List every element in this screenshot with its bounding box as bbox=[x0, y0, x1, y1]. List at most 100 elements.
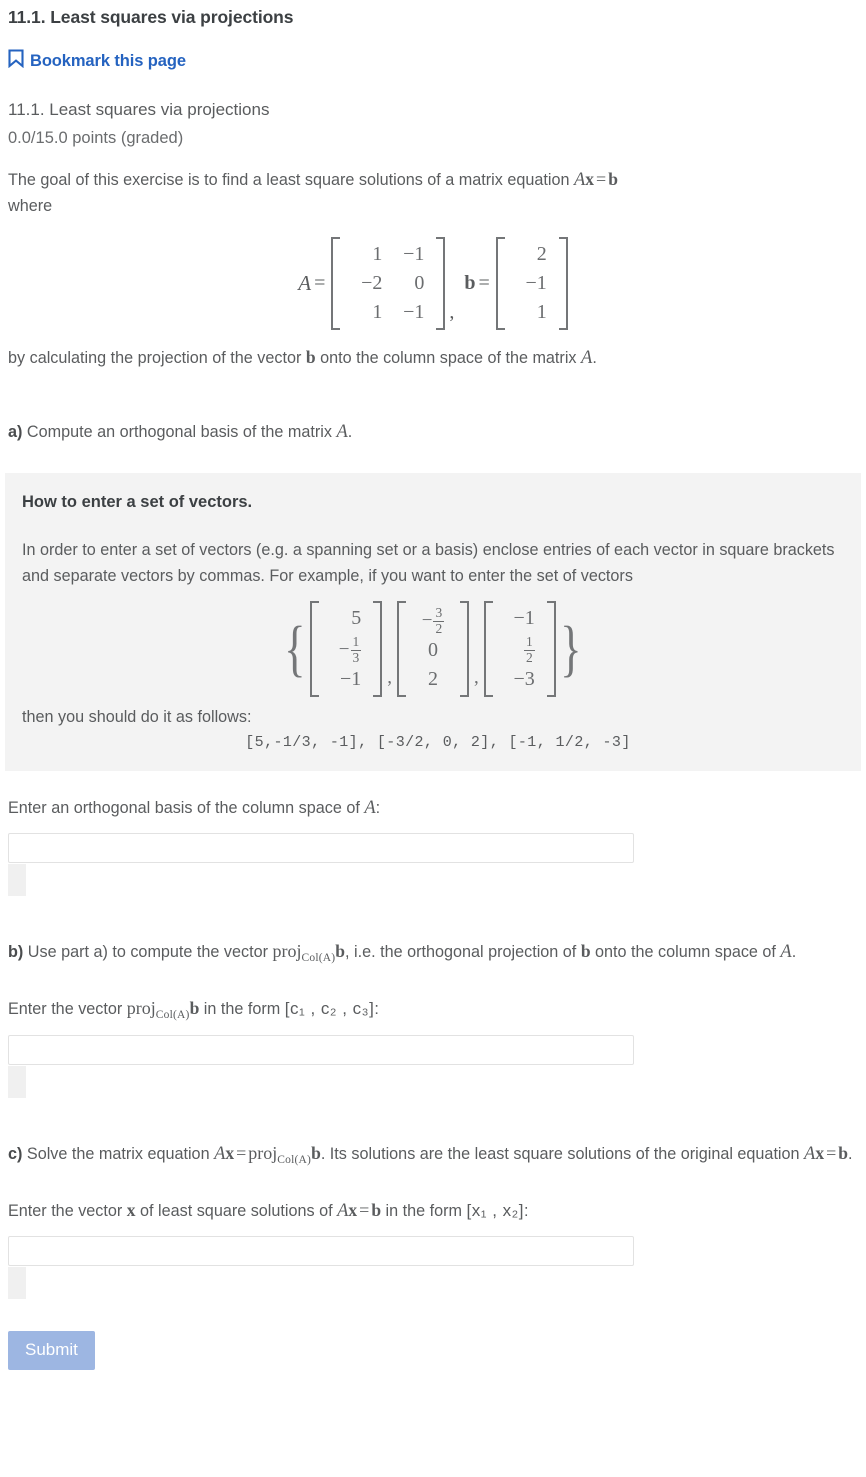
part-b-prompt-mid: in the form bbox=[199, 1000, 285, 1019]
part-b-prompt: Enter the vector projCol(A)b in the form… bbox=[8, 998, 858, 1021]
right-brace: } bbox=[559, 614, 582, 683]
fraction-one-half: 1 2 bbox=[524, 634, 535, 665]
matrix-separator: , bbox=[449, 301, 455, 323]
page-title: 11.1. Least squares via projections bbox=[8, 7, 294, 27]
desc-math-A: A bbox=[581, 348, 593, 368]
vector-entry: 1 2 bbox=[499, 633, 541, 665]
part-c-answer-format: [x₁ , x₂] bbox=[466, 1201, 524, 1221]
part-b-proj-vector: b bbox=[335, 941, 346, 962]
vector-entry: −3 bbox=[513, 668, 535, 691]
left-bracket bbox=[310, 601, 320, 698]
numerator: 1 bbox=[352, 634, 360, 649]
problem-title: 11.1. Least squares via projections bbox=[8, 100, 270, 119]
vector-set-example: { 5 − 1 3 −1 , − 3 2 0 2 , −1 1 2 −3} bbox=[22, 601, 844, 698]
matrix-cell: 2 bbox=[536, 243, 547, 265]
denominator: 2 bbox=[524, 649, 535, 665]
part-c-marker: c) bbox=[8, 1145, 23, 1164]
part-c-prompt-math-b: b bbox=[371, 1200, 382, 1221]
part-c-text-end: . bbox=[848, 1145, 853, 1164]
part-c-text-mid: . Its solutions are the least square sol… bbox=[320, 1145, 805, 1164]
part-c-prompt-equals: = bbox=[359, 1200, 370, 1221]
part-b-text-mid2: onto the column space of bbox=[590, 943, 781, 962]
part-c-statement: c) Solve the matrix equation Ax = projCol(… bbox=[8, 1140, 858, 1173]
vector-entry-row: 1 2 bbox=[499, 633, 541, 665]
infobox-follow-text: then you should do it as follows: bbox=[22, 708, 252, 727]
matrix-A-label: A bbox=[298, 271, 312, 295]
intro-math-equals: = bbox=[596, 169, 607, 189]
matrix-row: 1 −1 bbox=[346, 298, 430, 327]
right-bracket bbox=[436, 237, 446, 330]
bookmark-icon bbox=[8, 49, 24, 73]
part-c-prompt-math-x: x bbox=[126, 1200, 136, 1221]
part-b-text-mid: , i.e. the orthogonal projection of bbox=[345, 943, 581, 962]
matrix-row: 2 bbox=[511, 240, 553, 269]
vector-b-brackets: 2 −1 1 bbox=[495, 237, 568, 330]
part-b-answer-input[interactable] bbox=[8, 1035, 634, 1066]
desc-text-end: . bbox=[592, 349, 597, 367]
part-a-statement: a) Compute an orthogonal basis of the ma… bbox=[8, 419, 858, 445]
submit-button[interactable]: Submit bbox=[8, 1331, 95, 1371]
infobox-paragraph: In order to enter a set of vectors (e.g.… bbox=[22, 541, 835, 585]
intro-text: The goal of this exercise is to find a l… bbox=[8, 171, 574, 189]
matrix-cell: −1 bbox=[403, 243, 425, 265]
matrix-cell: −1 bbox=[525, 272, 547, 294]
vector-entry: −1 bbox=[339, 668, 362, 691]
vector-entry: 5 bbox=[351, 607, 362, 629]
part-c-math-b2: b bbox=[838, 1143, 848, 1164]
part-c-equals2: = bbox=[826, 1143, 837, 1164]
right-bracket bbox=[460, 601, 469, 698]
left-bracket bbox=[397, 601, 406, 698]
part-c-status-indicator bbox=[8, 1267, 26, 1300]
part-c-proj-op: proj bbox=[248, 1143, 278, 1164]
part-c-proj-vector: b bbox=[311, 1143, 321, 1164]
desc-text-mid: onto the column space of the matrix bbox=[315, 349, 582, 367]
part-b-proj-op: proj bbox=[272, 941, 302, 962]
intro-math-b: b bbox=[608, 169, 618, 189]
bookmark-label: Bookmark this page bbox=[30, 51, 186, 70]
bookmark-this-page-button[interactable]: Bookmark this page bbox=[8, 49, 186, 73]
part-b-math-b: b bbox=[580, 941, 591, 962]
problem-page: 11.1. Least squares via projections Book… bbox=[0, 7, 866, 1371]
fraction-one-third: 1 3 bbox=[350, 634, 362, 665]
part-b-marker: b) bbox=[8, 943, 24, 962]
left-brace: { bbox=[284, 614, 307, 683]
part-c-prompt-pre: Enter the vector bbox=[8, 1202, 127, 1221]
part-b-answer-format: [c₁ , c₂ , c₃] bbox=[284, 999, 375, 1019]
desc-math-b: b bbox=[305, 347, 316, 367]
part-b-prompt-proj-vector: b bbox=[189, 998, 200, 1019]
example-vector-2: − 3 2 0 2 bbox=[397, 601, 469, 698]
part-c-prompt-math-A: A bbox=[337, 1201, 349, 1222]
part-a-marker: a) bbox=[8, 423, 23, 441]
part-a-answer-input[interactable] bbox=[8, 833, 634, 864]
part-c-math-x: x bbox=[225, 1143, 235, 1164]
denominator: 3 bbox=[350, 649, 362, 665]
part-c-math-A: A bbox=[214, 1144, 226, 1165]
projection-description: by calculating the projection of the vec… bbox=[8, 344, 858, 371]
part-a-prompt-end: : bbox=[375, 799, 381, 818]
vector-entry: 0 bbox=[428, 639, 438, 662]
vector-separator: , bbox=[387, 667, 392, 689]
matrix-A-equals: = bbox=[314, 272, 326, 294]
part-c-math-A2: A bbox=[804, 1144, 816, 1165]
vector-entry-row: 5 bbox=[325, 604, 367, 633]
vector-entry-row: − 1 3 bbox=[325, 633, 367, 665]
part-b-prompt-proj-op: proj bbox=[126, 998, 156, 1019]
part-a-text: Compute an orthogonal basis of the matri… bbox=[22, 423, 337, 441]
vector-entry: − 1 3 bbox=[325, 633, 367, 665]
part-c-prompt-math-x2: x bbox=[348, 1200, 358, 1221]
problem-points: 0.0/15.0 points (graded) bbox=[8, 129, 184, 147]
part-b-prompt-end: : bbox=[374, 1000, 379, 1019]
vector-entry-row: −1 bbox=[499, 604, 541, 633]
part-c-text-pre: Solve the matrix equation bbox=[22, 1145, 215, 1164]
right-bracket bbox=[373, 601, 383, 698]
part-a-prompt-text: Enter an orthogonal basis of the column … bbox=[8, 799, 365, 818]
part-a-text-end: . bbox=[347, 423, 353, 441]
vector-b-equals: = bbox=[478, 272, 490, 294]
vector-entry: − 3 2 bbox=[412, 604, 454, 636]
left-bracket bbox=[495, 237, 505, 330]
part-c-answer-input[interactable] bbox=[8, 1236, 634, 1267]
infobox-mono-example: [5,-1/3, -1], [-3/2, 0, 2], [-1, 1/2, -3… bbox=[245, 734, 631, 752]
vector-entries: − 3 2 0 2 bbox=[406, 601, 460, 697]
vector-entry: 2 bbox=[428, 668, 438, 691]
vector-entry: −1 bbox=[513, 607, 535, 629]
